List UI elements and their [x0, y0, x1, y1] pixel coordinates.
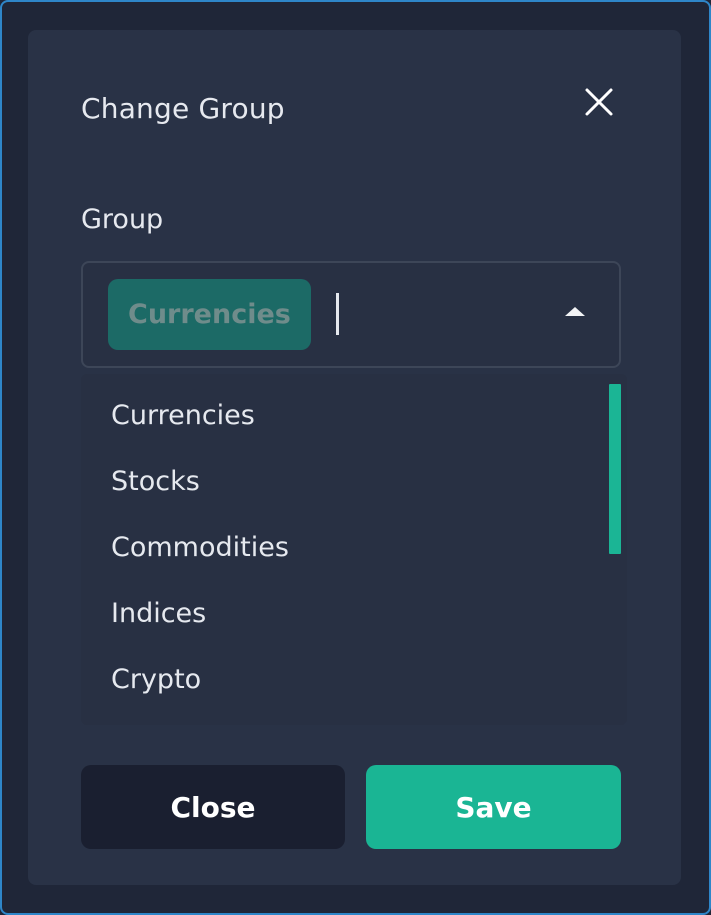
dialog-title: Change Group [81, 92, 285, 125]
chevron-up-icon[interactable] [565, 307, 585, 316]
group-select[interactable]: Currencies [81, 261, 621, 368]
group-field-label: Group [81, 204, 164, 235]
save-button[interactable]: Save [366, 765, 621, 849]
dropdown-scrollbar[interactable] [609, 384, 621, 554]
group-options-list: Currencies Stocks Commodities Indices Cr… [81, 374, 627, 725]
text-cursor [336, 293, 339, 335]
option-currencies[interactable]: Currencies [111, 400, 255, 431]
change-group-dialog: Change Group Group Currencies Currencies… [28, 30, 681, 885]
option-stocks[interactable]: Stocks [111, 466, 200, 497]
option-crypto[interactable]: Crypto [111, 664, 201, 695]
close-button[interactable]: Close [81, 765, 345, 849]
option-commodities[interactable]: Commodities [111, 532, 289, 563]
option-indices[interactable]: Indices [111, 598, 206, 629]
close-icon[interactable] [583, 86, 615, 118]
selected-group-chip[interactable]: Currencies [108, 279, 311, 350]
